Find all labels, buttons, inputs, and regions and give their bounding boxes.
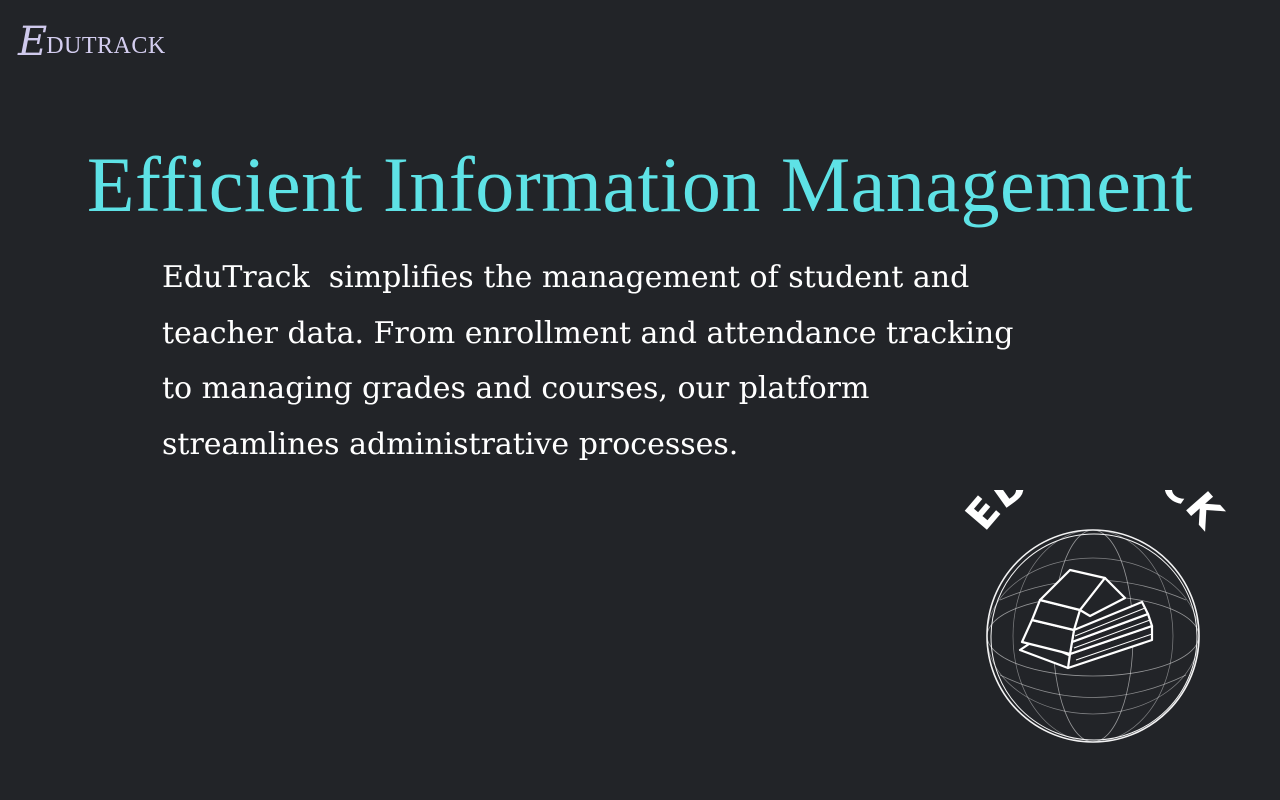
brand-initial: E bbox=[18, 19, 47, 65]
slide: E DUTRACK Efficient Information Manageme… bbox=[0, 0, 1280, 800]
stamp-arc-text: EDUTRACK bbox=[957, 490, 1232, 539]
page-title: Efficient Information Management bbox=[86, 141, 1194, 228]
description-line: streamlines administrative processes. bbox=[162, 426, 739, 462]
description-line: EduTrack simplifies the management of st… bbox=[162, 260, 970, 295]
description-line: to managing grades and courses, our plat… bbox=[162, 371, 870, 406]
brand-name: DUTRACK bbox=[46, 33, 166, 59]
description-line: teacher data. From enrollment and attend… bbox=[162, 315, 1014, 351]
description: EduTrack simplifies the management of st… bbox=[162, 250, 1122, 472]
brand-logo: E DUTRACK bbox=[18, 22, 166, 62]
edutrack-stamp-logo: EDUTRACK bbox=[957, 490, 1232, 743]
